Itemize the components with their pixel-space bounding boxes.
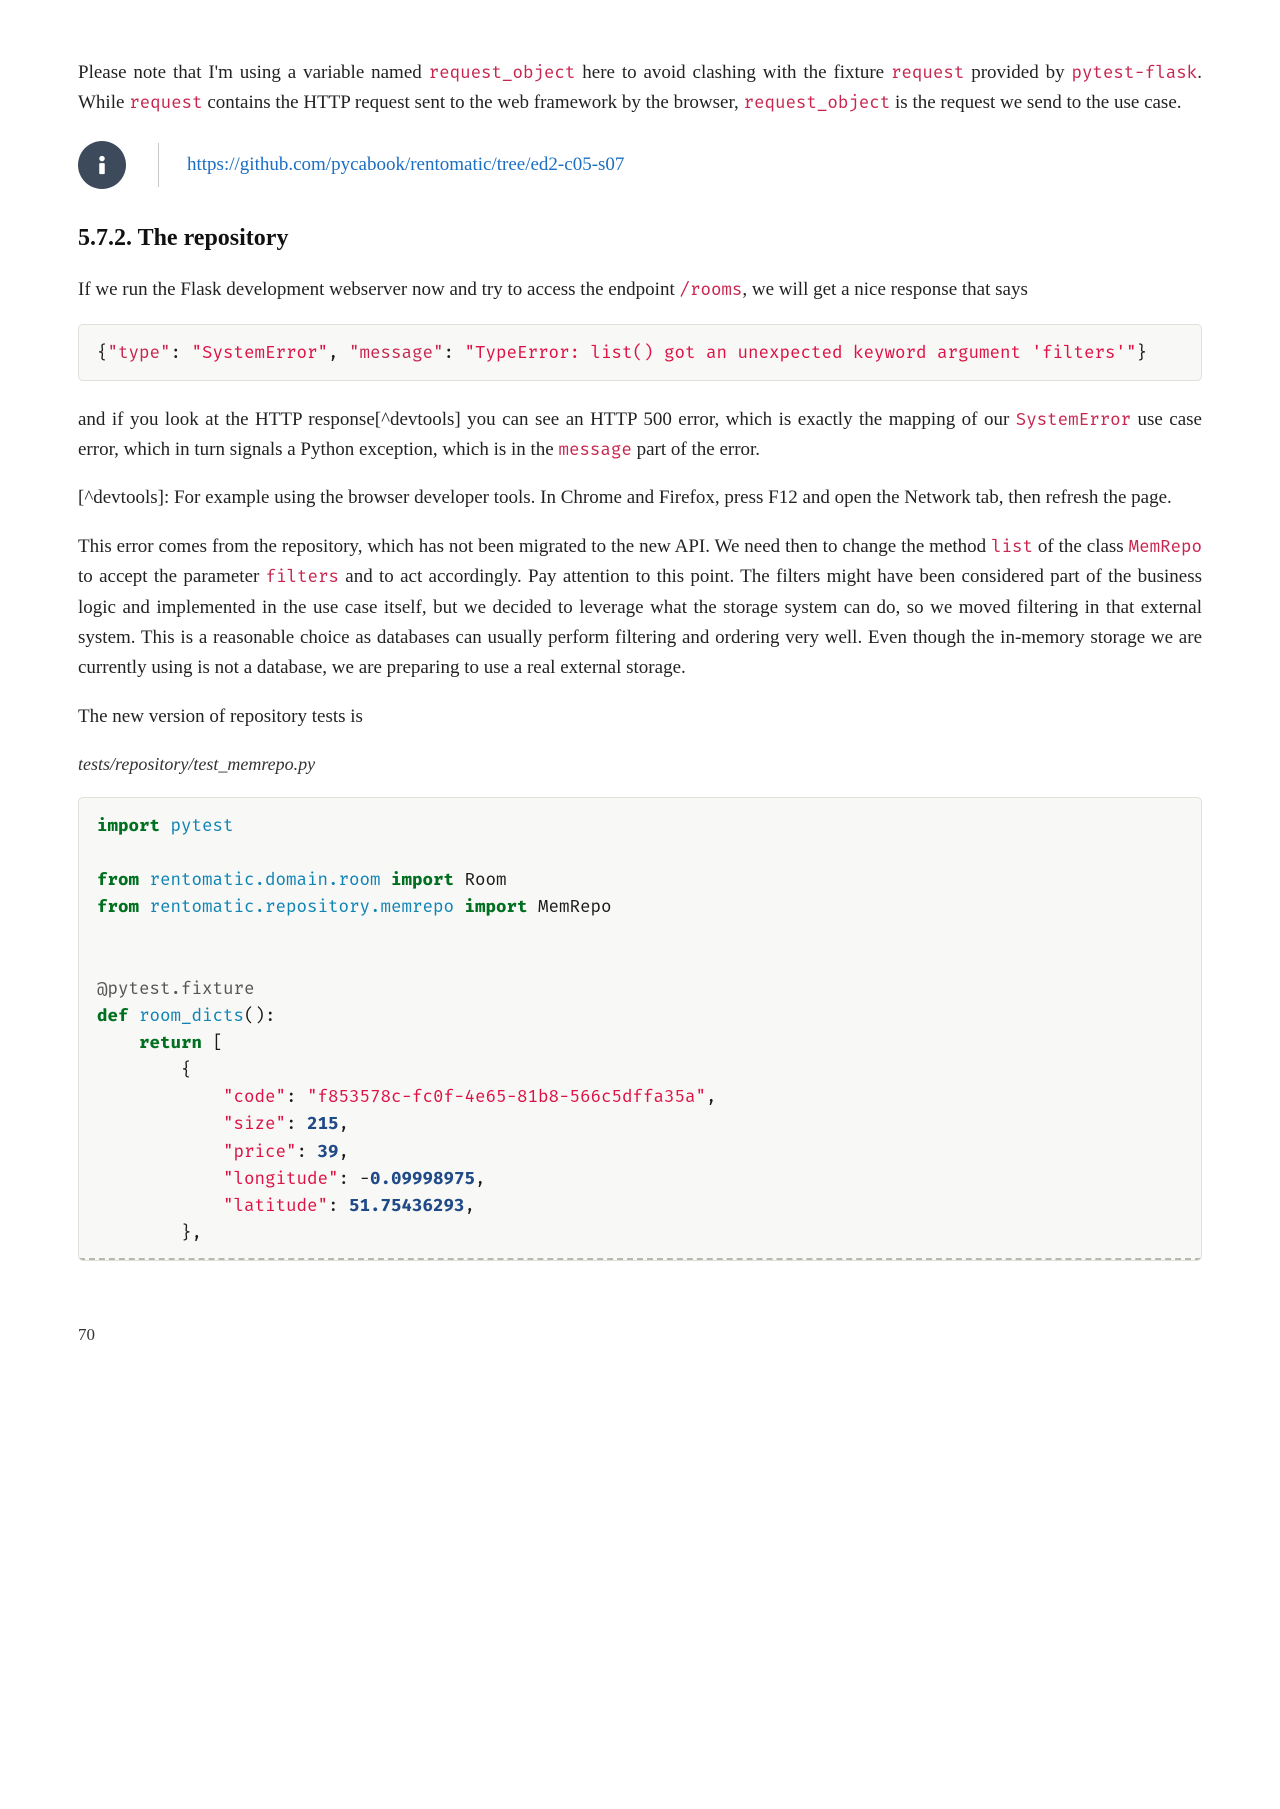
inline-code: message <box>558 439 631 460</box>
paragraph: and if you look at the HTTP response[^de… <box>78 405 1202 466</box>
section-heading: 5.7.2. The repository <box>78 219 1202 257</box>
paragraph-intro: Please note that I'm using a variable na… <box>78 58 1202 119</box>
text: part of the error. <box>632 439 760 460</box>
paragraph: If we run the Flask development webserve… <box>78 275 1202 305</box>
code-listing-memrepo-tests: import pytest from rentomatic.domain.roo… <box>78 797 1202 1261</box>
code-block-json-error: {"type": "SystemError", "message": "Type… <box>78 324 1202 381</box>
text: , we will get a nice response that says <box>742 279 1027 300</box>
text: If we run the Flask development webserve… <box>78 279 680 300</box>
text: to accept the parameter <box>78 566 266 587</box>
code-caption: tests/repository/test_memrepo.py <box>78 750 1202 779</box>
text: of the class <box>1033 536 1129 557</box>
paragraph: This error comes from the repository, wh… <box>78 532 1202 684</box>
github-link[interactable]: https://github.com/pycabook/rentomatic/t… <box>187 150 624 180</box>
paragraph: The new version of repository tests is <box>78 702 1202 732</box>
inline-code: pytest-flask <box>1071 62 1197 83</box>
inline-code: request_object <box>429 62 576 83</box>
inline-code: SystemError <box>1016 409 1131 430</box>
text: and if you look at the HTTP response[^de… <box>78 409 1016 430</box>
text: is the request we send to the use case. <box>890 92 1181 113</box>
inline-code: /rooms <box>680 279 743 300</box>
info-icon <box>78 141 126 189</box>
text: Please note that I'm using a variable na… <box>78 62 429 83</box>
info-callout: https://github.com/pycabook/rentomatic/t… <box>78 141 1202 189</box>
inline-code: request <box>129 92 202 113</box>
inline-code: MemRepo <box>1129 536 1202 557</box>
inline-code: list <box>991 536 1033 557</box>
page-number: 70 <box>78 1321 1202 1348</box>
paragraph-footnote: [^devtools]: For example using the brows… <box>78 483 1202 513</box>
text: here to avoid clashing with the fixture <box>575 62 891 83</box>
text: This error comes from the repository, wh… <box>78 536 991 557</box>
divider <box>158 143 159 187</box>
inline-code: filters <box>266 566 339 587</box>
text: contains the HTTP request sent to the we… <box>203 92 744 113</box>
text: provided by <box>964 62 1071 83</box>
inline-code: request_object <box>744 92 891 113</box>
inline-code: request <box>891 62 964 83</box>
